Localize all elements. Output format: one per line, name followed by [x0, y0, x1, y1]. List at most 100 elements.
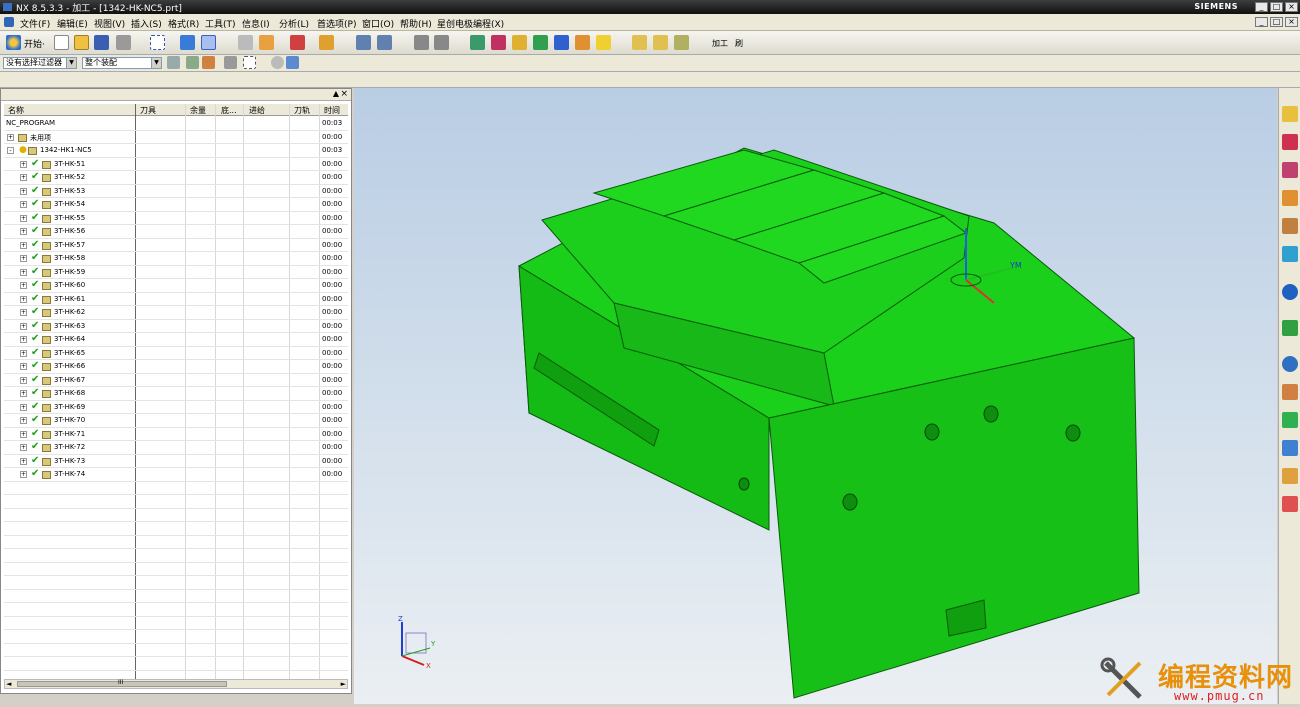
operation-row[interactable]: + ✔ 3T-HK-55 00:00 [4, 212, 348, 225]
expand-icon[interactable]: + [20, 268, 27, 276]
menu-electrode-programming[interactable]: 星创电极编程(X) [437, 17, 504, 30]
operation-row[interactable]: + ✔ 3T-HK-73 00:00 [4, 455, 348, 468]
expand-icon[interactable]: + [20, 241, 27, 249]
menu-help[interactable]: 帮助(H) [400, 17, 432, 30]
web-browser-icon[interactable] [1282, 246, 1298, 262]
create-operation-icon[interactable] [554, 35, 569, 50]
system-scenes-icon[interactable] [1282, 496, 1298, 512]
create-program-icon[interactable] [470, 35, 485, 50]
select-feature-icon[interactable] [224, 56, 237, 69]
custom-part1-button[interactable]: 加工 [712, 38, 728, 49]
operation-row[interactable]: + ✔ 3T-HK-61 00:00 [4, 293, 348, 306]
scroll-right-icon[interactable]: ► [341, 680, 346, 688]
minimize-button[interactable]: _ [1255, 2, 1268, 12]
general-select-icon[interactable] [186, 56, 199, 69]
operation-row[interactable]: + ✔ 3T-HK-56 00:00 [4, 225, 348, 239]
doc-close-button[interactable]: × [1285, 17, 1298, 27]
operation-row[interactable]: + ✔ 3T-HK-74 00:00 [4, 468, 348, 482]
info-icon[interactable] [1282, 284, 1298, 300]
create-method-icon[interactable] [533, 35, 548, 50]
operation-row[interactable]: + ✔ 3T-HK-69 00:00 [4, 401, 348, 414]
expand-icon[interactable]: + [20, 471, 27, 478]
tool-library-icon[interactable] [1282, 440, 1298, 456]
operation-row[interactable]: + ✔ 3T-HK-68 00:00 [4, 387, 348, 401]
pin-icon[interactable]: ▲ [333, 89, 339, 98]
expand-icon[interactable]: + [20, 201, 27, 208]
expand-icon[interactable]: + [20, 349, 27, 357]
expand-icon[interactable]: + [20, 214, 27, 222]
operation-row[interactable]: + ✔ 3T-HK-66 00:00 [4, 360, 348, 374]
operation-row[interactable]: + ✔ 3T-HK-65 00:00 [4, 347, 348, 360]
assembly-scope-select[interactable]: 整个装配 ▼ [82, 57, 162, 69]
scroll-left-icon[interactable]: ◄ [6, 680, 11, 688]
column-toolpath[interactable]: 刀轨 [294, 105, 310, 116]
menu-tools[interactable]: 工具(T) [205, 17, 236, 30]
scrollbar-thumb[interactable]: III [17, 679, 227, 687]
shaded-cube-icon[interactable] [180, 35, 195, 50]
menu-insert[interactable]: 插入(S) [131, 17, 162, 30]
expand-icon[interactable]: + [20, 336, 27, 343]
doc-restore-button[interactable]: □ [1270, 17, 1283, 27]
output-cls-icon[interactable] [674, 35, 689, 50]
create-geometry-icon[interactable] [512, 35, 527, 50]
wireframe-cube-icon[interactable] [201, 35, 216, 50]
expand-icon[interactable]: + [20, 187, 27, 195]
postprocess-icon[interactable] [632, 35, 647, 50]
expand-icon[interactable]: + [20, 160, 27, 168]
expand-icon[interactable]: + [20, 390, 27, 397]
operation-row[interactable]: + ✔ 3T-HK-60 00:00 [4, 279, 348, 293]
start-button[interactable]: 开始· [24, 37, 45, 50]
expand-icon[interactable]: + [7, 133, 14, 141]
rectangle-select-icon[interactable] [243, 56, 256, 69]
operation-row[interactable]: + ✔ 3T-HK-51 00:00 [4, 158, 348, 171]
operation-row[interactable]: + ✔ 3T-HK-72 00:00 [4, 441, 348, 455]
tree-row-program[interactable]: - ● 1342-HK1-NC5 00:03 [4, 144, 348, 158]
wcs-icon[interactable] [259, 35, 274, 50]
operation-row[interactable]: + ✔ 3T-HK-67 00:00 [4, 374, 348, 387]
measure-icon[interactable] [319, 35, 334, 50]
tree-row-root[interactable]: NC_PROGRAM 00:03 [4, 117, 348, 131]
expand-icon[interactable]: + [20, 444, 27, 451]
operation-row[interactable]: + ✔ 3T-HK-58 00:00 [4, 252, 348, 266]
custom-part2-button[interactable]: 刷 [735, 38, 743, 49]
new-file-icon[interactable] [54, 35, 69, 50]
print-icon[interactable] [116, 35, 131, 50]
menu-analysis[interactable]: 分析(L) [279, 17, 309, 30]
history-icon[interactable] [1282, 320, 1298, 336]
point-icon[interactable] [290, 35, 305, 50]
expand-icon[interactable]: + [20, 295, 27, 303]
create-tool-icon[interactable] [491, 35, 506, 50]
operation-row[interactable]: + ✔ 3T-HK-64 00:00 [4, 333, 348, 347]
graphics-window[interactable]: YM Z Y X [354, 88, 1277, 704]
save-icon[interactable] [94, 35, 109, 50]
column-tool[interactable]: 刀具 [140, 105, 156, 116]
constraint-navigator-icon[interactable] [1282, 134, 1298, 150]
clock-icon[interactable] [1282, 356, 1298, 372]
sort-icon[interactable] [377, 35, 392, 50]
menu-edit[interactable]: 编辑(E) [57, 17, 88, 30]
hd3d-tools-icon[interactable] [1282, 218, 1298, 234]
snap-icon[interactable] [167, 56, 180, 69]
operation-row[interactable]: + ✔ 3T-HK-62 00:00 [4, 306, 348, 320]
operation-row[interactable]: + ✔ 3T-HK-54 00:00 [4, 198, 348, 212]
fit-view-icon[interactable] [150, 35, 165, 50]
roles-icon[interactable] [1282, 384, 1298, 400]
expand-icon[interactable]: + [20, 417, 27, 424]
column-stock[interactable]: 余量 [190, 105, 206, 116]
operation-row[interactable]: + ✔ 3T-HK-59 00:00 [4, 266, 348, 279]
expand-icon[interactable]: + [20, 174, 27, 181]
menu-window[interactable]: 窗口(O) [362, 17, 394, 30]
view-select-icon[interactable] [271, 56, 284, 69]
open-folder-icon[interactable] [74, 35, 89, 50]
cursor-icon[interactable] [202, 56, 215, 69]
machine-tool-icon[interactable] [414, 35, 429, 50]
reuse-library-icon[interactable] [1282, 190, 1298, 206]
close-button[interactable]: × [1285, 2, 1298, 12]
operation-row[interactable]: + ✔ 3T-HK-53 00:00 [4, 185, 348, 198]
solid-select-icon[interactable] [286, 56, 299, 69]
expand-icon[interactable]: + [20, 430, 27, 438]
expand-icon[interactable]: + [20, 457, 27, 465]
horizontal-scrollbar[interactable]: ◄ III ► [4, 679, 348, 689]
close-icon[interactable]: × [340, 89, 348, 99]
expand-icon[interactable]: + [20, 376, 27, 384]
